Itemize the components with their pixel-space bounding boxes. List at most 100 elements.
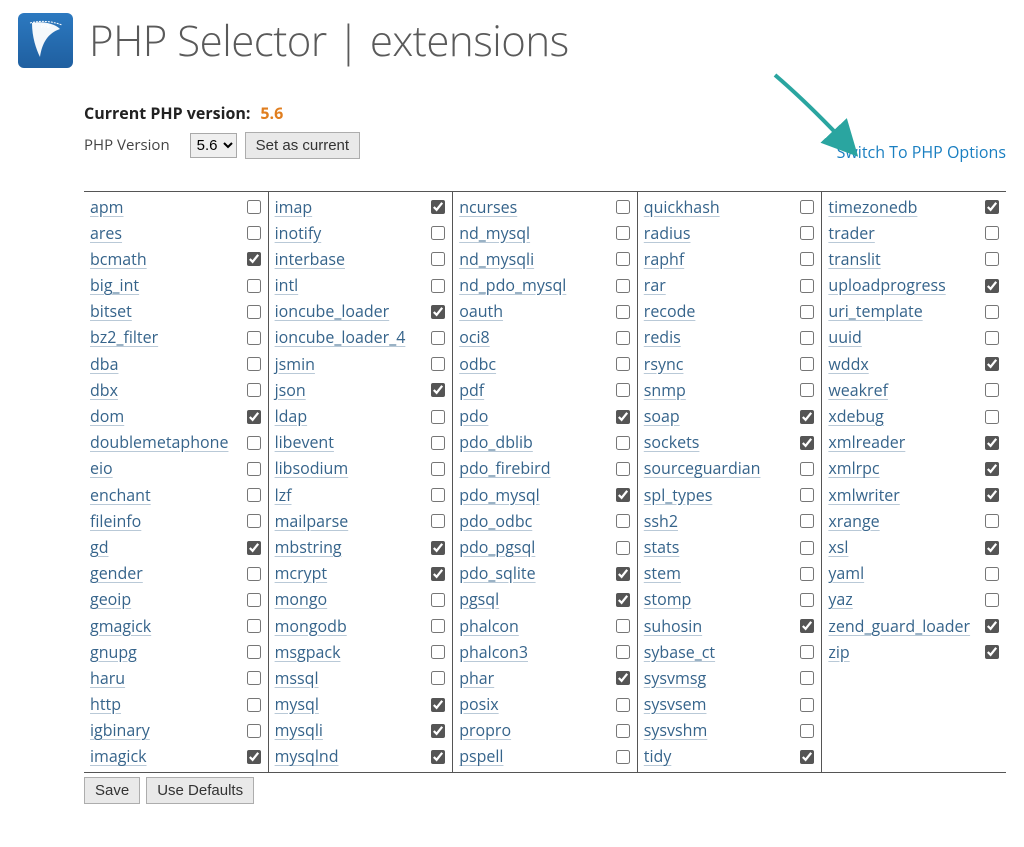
extension-checkbox-rar[interactable] bbox=[800, 279, 814, 293]
extension-name-oauth[interactable]: oauth bbox=[459, 300, 503, 323]
extension-name-oci8[interactable]: oci8 bbox=[459, 326, 489, 349]
extension-name-yaz[interactable]: yaz bbox=[828, 588, 852, 611]
extension-name-timezonedb[interactable]: timezonedb bbox=[828, 196, 917, 219]
extension-checkbox-libevent[interactable] bbox=[431, 436, 445, 450]
extension-checkbox-gd[interactable] bbox=[247, 541, 261, 555]
extension-name-msgpack[interactable]: msgpack bbox=[275, 641, 341, 664]
extension-name-spl_types[interactable]: spl_types bbox=[644, 484, 713, 507]
extension-checkbox-pdo_firebird[interactable] bbox=[616, 462, 630, 476]
extension-checkbox-trader[interactable] bbox=[985, 226, 999, 240]
extension-name-rsync[interactable]: rsync bbox=[644, 353, 684, 376]
extension-name-imagick[interactable]: imagick bbox=[90, 745, 147, 768]
extension-checkbox-sysvmsg[interactable] bbox=[800, 671, 814, 685]
extension-checkbox-doublemetaphone[interactable] bbox=[247, 436, 261, 450]
extension-checkbox-bz2_filter[interactable] bbox=[247, 331, 261, 345]
extension-checkbox-mysql[interactable] bbox=[431, 698, 445, 712]
extension-name-sysvshm[interactable]: sysvshm bbox=[644, 719, 708, 742]
extension-name-bz2_filter[interactable]: bz2_filter bbox=[90, 326, 158, 349]
extension-name-intl[interactable]: intl bbox=[275, 274, 299, 297]
extension-checkbox-dbx[interactable] bbox=[247, 383, 261, 397]
extension-name-lzf[interactable]: lzf bbox=[275, 484, 292, 507]
extension-name-rar[interactable]: rar bbox=[644, 274, 666, 297]
extension-checkbox-propro[interactable] bbox=[616, 724, 630, 738]
extension-checkbox-intl[interactable] bbox=[431, 279, 445, 293]
extension-name-ssh2[interactable]: ssh2 bbox=[644, 510, 678, 533]
extension-checkbox-http[interactable] bbox=[247, 698, 261, 712]
extension-checkbox-bitset[interactable] bbox=[247, 305, 261, 319]
extension-checkbox-xsl[interactable] bbox=[985, 541, 999, 555]
extension-checkbox-pspell[interactable] bbox=[616, 750, 630, 764]
extension-checkbox-ssh2[interactable] bbox=[800, 514, 814, 528]
extension-name-zend_guard_loader[interactable]: zend_guard_loader bbox=[828, 615, 970, 638]
extension-checkbox-nd_mysql[interactable] bbox=[616, 226, 630, 240]
extension-name-nd_pdo_mysql[interactable]: nd_pdo_mysql bbox=[459, 274, 566, 297]
extension-checkbox-pdo_dblib[interactable] bbox=[616, 436, 630, 450]
extension-checkbox-posix[interactable] bbox=[616, 698, 630, 712]
extension-checkbox-tidy[interactable] bbox=[800, 750, 814, 764]
extension-name-tidy[interactable]: tidy bbox=[644, 745, 672, 768]
extension-name-posix[interactable]: posix bbox=[459, 693, 498, 716]
extension-name-xrange[interactable]: xrange bbox=[828, 510, 879, 533]
set-as-current-button[interactable]: Set as current bbox=[245, 132, 360, 159]
extension-checkbox-sysvshm[interactable] bbox=[800, 724, 814, 738]
extension-checkbox-raphf[interactable] bbox=[800, 252, 814, 266]
extension-name-pdo_pgsql[interactable]: pdo_pgsql bbox=[459, 536, 535, 559]
extension-checkbox-recode[interactable] bbox=[800, 305, 814, 319]
extension-checkbox-odbc[interactable] bbox=[616, 357, 630, 371]
extension-name-yaml[interactable]: yaml bbox=[828, 562, 864, 585]
extension-name-ioncube_loader[interactable]: ioncube_loader bbox=[275, 300, 390, 323]
extension-checkbox-ldap[interactable] bbox=[431, 410, 445, 424]
extension-name-weakref[interactable]: weakref bbox=[828, 379, 888, 402]
extension-checkbox-msgpack[interactable] bbox=[431, 645, 445, 659]
extension-name-pdo_firebird[interactable]: pdo_firebird bbox=[459, 457, 550, 480]
extension-name-phar[interactable]: phar bbox=[459, 667, 494, 690]
extension-checkbox-mongo[interactable] bbox=[431, 593, 445, 607]
extension-name-pdo[interactable]: pdo bbox=[459, 405, 488, 428]
extension-name-dom[interactable]: dom bbox=[90, 405, 124, 428]
extension-checkbox-dom[interactable] bbox=[247, 410, 261, 424]
extension-name-redis[interactable]: redis bbox=[644, 326, 681, 349]
extension-name-raphf[interactable]: raphf bbox=[644, 248, 684, 271]
extension-checkbox-ares[interactable] bbox=[247, 226, 261, 240]
extension-name-mcrypt[interactable]: mcrypt bbox=[275, 562, 328, 585]
extension-name-gmagick[interactable]: gmagick bbox=[90, 615, 151, 638]
extension-checkbox-bcmath[interactable] bbox=[247, 252, 261, 266]
extension-name-dba[interactable]: dba bbox=[90, 353, 118, 376]
extension-checkbox-timezonedb[interactable] bbox=[985, 200, 999, 214]
extension-name-pdo_mysql[interactable]: pdo_mysql bbox=[459, 484, 540, 507]
extension-checkbox-rsync[interactable] bbox=[800, 357, 814, 371]
extension-checkbox-igbinary[interactable] bbox=[247, 724, 261, 738]
extension-name-xdebug[interactable]: xdebug bbox=[828, 405, 883, 428]
extension-name-ioncube_loader_4[interactable]: ioncube_loader_4 bbox=[275, 326, 406, 349]
extension-checkbox-radius[interactable] bbox=[800, 226, 814, 240]
extension-name-zip[interactable]: zip bbox=[828, 641, 849, 664]
extension-name-enchant[interactable]: enchant bbox=[90, 484, 151, 507]
extension-name-stem[interactable]: stem bbox=[644, 562, 681, 585]
extension-name-trader[interactable]: trader bbox=[828, 222, 874, 245]
extension-checkbox-dba[interactable] bbox=[247, 357, 261, 371]
extension-name-quickhash[interactable]: quickhash bbox=[644, 196, 720, 219]
extension-name-stomp[interactable]: stomp bbox=[644, 588, 692, 611]
extension-name-suhosin[interactable]: suhosin bbox=[644, 615, 702, 638]
extension-checkbox-phalcon3[interactable] bbox=[616, 645, 630, 659]
extension-checkbox-inotify[interactable] bbox=[431, 226, 445, 240]
extension-checkbox-mysqlnd[interactable] bbox=[431, 750, 445, 764]
extension-name-big_int[interactable]: big_int bbox=[90, 274, 139, 297]
extension-checkbox-mbstring[interactable] bbox=[431, 541, 445, 555]
extension-name-mssql[interactable]: mssql bbox=[275, 667, 319, 690]
extension-checkbox-stem[interactable] bbox=[800, 567, 814, 581]
extension-checkbox-gender[interactable] bbox=[247, 567, 261, 581]
extension-checkbox-imap[interactable] bbox=[431, 200, 445, 214]
extension-checkbox-oci8[interactable] bbox=[616, 331, 630, 345]
extension-name-xmlwriter[interactable]: xmlwriter bbox=[828, 484, 899, 507]
extension-checkbox-yaz[interactable] bbox=[985, 593, 999, 607]
extension-name-nd_mysql[interactable]: nd_mysql bbox=[459, 222, 530, 245]
extension-name-mysqli[interactable]: mysqli bbox=[275, 719, 323, 742]
extension-checkbox-mongodb[interactable] bbox=[431, 619, 445, 633]
extension-checkbox-mssql[interactable] bbox=[431, 671, 445, 685]
extension-name-uri_template[interactable]: uri_template bbox=[828, 300, 922, 323]
extension-checkbox-redis[interactable] bbox=[800, 331, 814, 345]
extension-checkbox-snmp[interactable] bbox=[800, 383, 814, 397]
extension-name-ldap[interactable]: ldap bbox=[275, 405, 308, 428]
save-button[interactable]: Save bbox=[84, 777, 140, 804]
